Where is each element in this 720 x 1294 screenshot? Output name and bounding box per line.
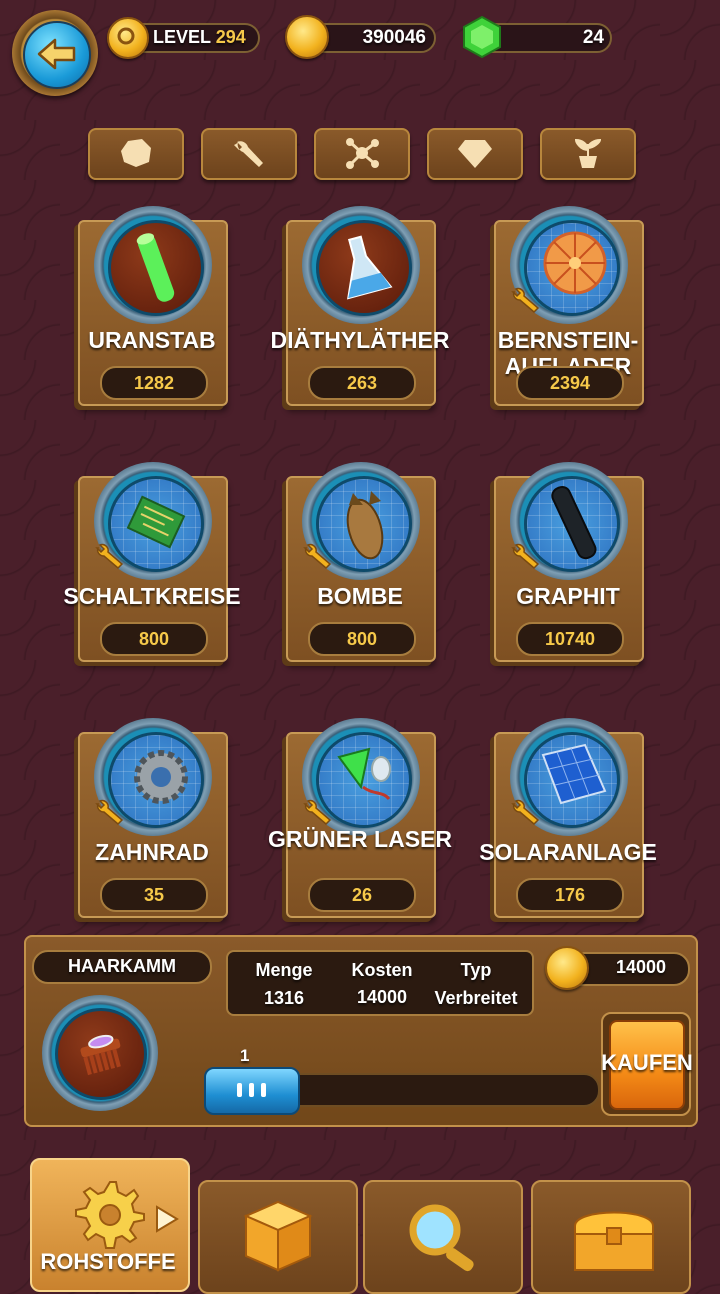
item-icon-frame (94, 718, 212, 836)
nav-tab-crafting[interactable] (198, 1180, 358, 1294)
item-name: GRÜNER LASER (267, 826, 452, 852)
item-count: 800 (308, 622, 416, 656)
kosten-label: Kosten (351, 960, 413, 980)
item-count: 800 (100, 622, 208, 656)
kosten-value: 14000 (356, 987, 408, 1007)
nav-tab-search[interactable] (363, 1180, 523, 1294)
item-icon-frame (302, 462, 420, 580)
uranium-rod-icon (108, 220, 204, 316)
selected-item-name: HAARKAMM (68, 956, 176, 976)
gems-value: 24 (582, 27, 604, 48)
coin-icon (545, 946, 589, 990)
play-arrow-icon (156, 1205, 179, 1233)
craft-wrench-icon (303, 799, 332, 826)
item-count: 176 (516, 878, 624, 912)
item-name: ZAHNRAD (95, 839, 209, 865)
coins-value: 390046 (362, 27, 426, 48)
selected-item-icon-frame (42, 995, 158, 1111)
tab-plants[interactable] (540, 128, 636, 180)
item-card-uranstab[interactable]: URANSTAB 1282 (78, 206, 228, 406)
diamond-icon (458, 140, 492, 168)
item-count: 1282 (100, 366, 208, 400)
magnifier-icon (409, 1204, 474, 1272)
menge-label: Menge (255, 960, 313, 980)
quantity-slider-handle[interactable] (204, 1067, 300, 1115)
item-card-gruener-laser[interactable]: GRÜNER LASER 26 (268, 718, 452, 918)
item-name: SCHALTKREISE (63, 583, 241, 609)
hair-comb-icon (55, 1008, 147, 1100)
level-gear-icon (107, 17, 149, 59)
item-icon-frame (94, 462, 212, 580)
item-count: 2394 (516, 366, 624, 400)
plant-icon (574, 138, 602, 168)
item-count: 263 (308, 366, 416, 400)
craft-wrench-icon (95, 799, 124, 826)
item-card-graphit[interactable]: GRAPHIT 10740 (494, 462, 644, 662)
item-name: DIÄTHYLÄTHER (270, 327, 450, 353)
tab-stone[interactable] (88, 128, 184, 180)
nav-tab-label: ROHSTOFFE (40, 1249, 176, 1274)
item-name: URANSTAB (88, 327, 216, 353)
item-card-solaranlage[interactable]: SOLARANLAGE 176 (479, 718, 657, 918)
grip-line (237, 1083, 242, 1097)
item-card-zahnrad[interactable]: ZAHNRAD 35 (78, 718, 228, 918)
grip-line (261, 1083, 266, 1097)
craft-wrench-icon (95, 543, 124, 570)
quantity-value: 1 (240, 1046, 250, 1065)
item-name: SOLARANLAGE (479, 839, 657, 865)
craft-wrench-icon (511, 287, 540, 314)
level-label: LEVEL 294 (153, 27, 246, 47)
wrench-icon (234, 140, 263, 167)
item-name: BOMBE (317, 583, 403, 609)
craft-wrench-icon (303, 543, 332, 570)
back-button[interactable] (12, 10, 98, 96)
molecule-icon (346, 138, 379, 169)
item-icon-frame (510, 718, 628, 836)
level-value: 294 (215, 27, 246, 47)
typ-value: Verbreitet (434, 988, 518, 1008)
nav-tab-chest[interactable] (531, 1180, 691, 1294)
tab-chemistry[interactable] (314, 128, 410, 180)
craft-wrench-icon (511, 543, 540, 570)
cube-icon (243, 1200, 313, 1272)
menge-value: 1316 (263, 988, 305, 1008)
coin-icon (285, 15, 329, 59)
item-icon-frame (510, 206, 628, 324)
grip-line (249, 1083, 254, 1097)
item-stats-box: Menge 1316 Kosten 14000 Typ Verbreitet (226, 950, 534, 1016)
typ-label: Typ (460, 960, 492, 980)
craft-wrench-icon (511, 799, 540, 826)
stone-icon (121, 139, 151, 167)
buy-button-label: KAUFEN (601, 1050, 693, 1075)
item-icon-frame (510, 462, 628, 580)
item-card-schaltkreise[interactable]: SCHALTKREISE 800 (63, 462, 241, 662)
item-card-diaethylaether[interactable]: DIÄTHYLÄTHER 263 (271, 206, 449, 406)
tab-tools[interactable] (201, 128, 297, 180)
item-name: GRAPHIT (516, 583, 620, 609)
price-value: 14000 (615, 957, 666, 977)
item-icon-frame (302, 718, 420, 836)
gear-icon (75, 1181, 145, 1249)
item-card-bernstein-auflader[interactable]: BERNSTEIN-AUFLADER 2394 (494, 206, 644, 406)
item-icon-frame (302, 206, 420, 324)
back-arrow-icon (23, 21, 91, 89)
item-card-bombe[interactable]: BOMBE 800 (286, 462, 436, 662)
item-count: 10740 (516, 622, 624, 656)
item-icon-frame (94, 206, 212, 324)
item-count: 26 (308, 878, 416, 912)
item-count: 35 (100, 878, 208, 912)
treasure-chest-icon (574, 1211, 654, 1271)
gem-icon (460, 15, 504, 59)
tab-gems[interactable] (427, 128, 523, 180)
flask-icon (316, 220, 412, 316)
